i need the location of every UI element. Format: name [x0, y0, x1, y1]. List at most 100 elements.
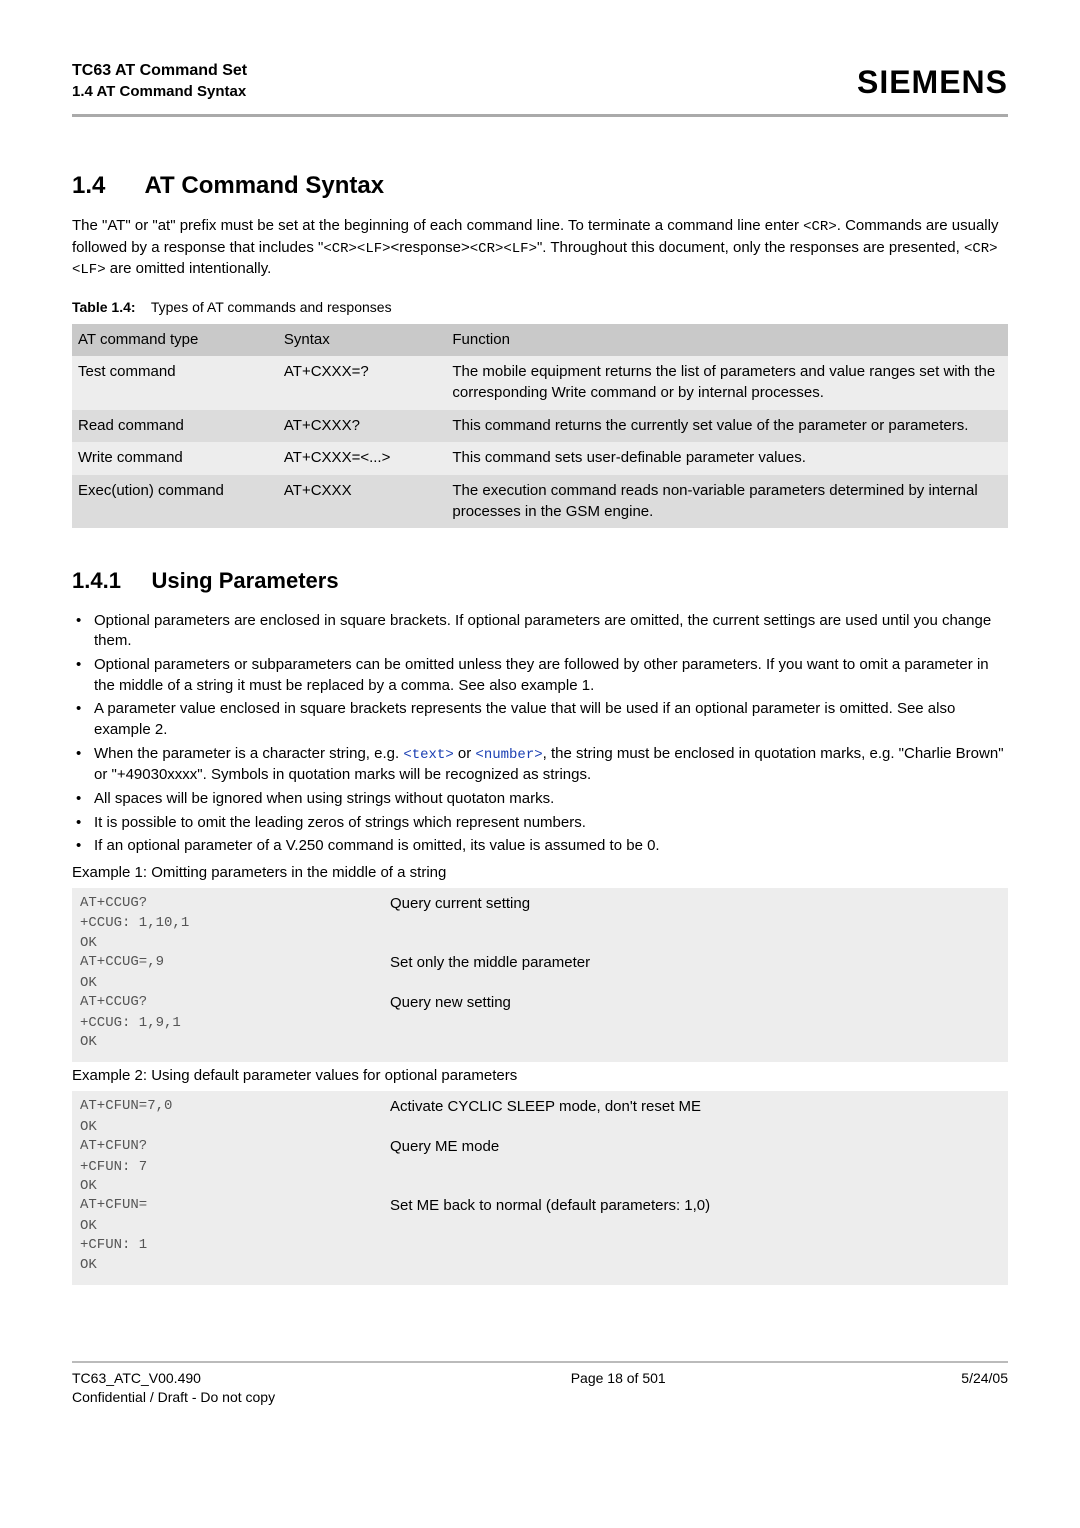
section-num: 1.4 — [72, 172, 105, 199]
comment-text: Activate CYCLIC SLEEP mode, don't reset … — [390, 1097, 1000, 1118]
terminal-text: OK — [80, 1256, 390, 1275]
th-type: AT command type — [72, 324, 278, 357]
number-link[interactable]: <number> — [475, 747, 542, 763]
comment-text — [390, 1217, 1000, 1236]
example-row: AT+CCUG?Query current setting — [80, 894, 1000, 915]
comment-text: Query new setting — [390, 993, 1000, 1014]
example-row: AT+CFUN=7,0Activate CYCLIC SLEEP mode, d… — [80, 1097, 1000, 1118]
section-1-4-heading: 1.4 AT Command Syntax — [72, 169, 1008, 202]
example-row: AT+CCUG=,9Set only the middle parameter — [80, 953, 1000, 974]
bullet-text: or — [454, 745, 476, 762]
doc-title: TC63 AT Command Set — [72, 60, 247, 82]
footer-page: Page 18 of 501 — [571, 1369, 666, 1408]
terminal-text: AT+CFUN? — [80, 1137, 390, 1158]
terminal-text: OK — [80, 1217, 390, 1236]
terminal-text: OK — [80, 1033, 390, 1052]
table-row: Test command AT+CXXX=? The mobile equipm… — [72, 356, 1008, 409]
cell-type: Read command — [72, 410, 278, 443]
list-item: If an optional parameter of a V.250 comm… — [72, 836, 1008, 857]
terminal-text: OK — [80, 1177, 390, 1196]
page-header: TC63 AT Command Set 1.4 AT Command Synta… — [72, 60, 1008, 104]
comment-text — [390, 1177, 1000, 1196]
example-2-block: AT+CFUN=7,0Activate CYCLIC SLEEP mode, d… — [72, 1091, 1008, 1285]
text-link[interactable]: <text> — [403, 747, 453, 763]
cell-syntax: AT+CXXX=? — [278, 356, 446, 409]
terminal-text: OK — [80, 1118, 390, 1137]
cell-func: The execution command reads non-variable… — [446, 475, 1008, 528]
terminal-text: +CCUG: 1,9,1 — [80, 1014, 390, 1033]
cell-type: Write command — [72, 442, 278, 475]
terminal-text: AT+CFUN=7,0 — [80, 1097, 390, 1118]
terminal-text: AT+CCUG=,9 — [80, 953, 390, 974]
page-footer: TC63_ATC_V00.490 Confidential / Draft - … — [72, 1361, 1008, 1408]
example-row: AT+CFUN=Set ME back to normal (default p… — [80, 1196, 1000, 1217]
cell-func: The mobile equipment returns the list of… — [446, 356, 1008, 409]
table-row: Read command AT+CXXX? This command retur… — [72, 410, 1008, 443]
list-item: All spaces will be ignored when using st… — [72, 789, 1008, 810]
list-item: It is possible to omit the leading zeros… — [72, 813, 1008, 834]
example-row: OK — [80, 1256, 1000, 1275]
cell-type: Exec(ution) command — [72, 475, 278, 528]
header-rule — [72, 114, 1008, 117]
example-row: +CFUN: 1 — [80, 1236, 1000, 1255]
footer-docid: TC63_ATC_V00.490 — [72, 1369, 275, 1388]
comment-text — [390, 1236, 1000, 1255]
terminal-text: AT+CCUG? — [80, 993, 390, 1014]
terminal-text: +CFUN: 7 — [80, 1158, 390, 1177]
terminal-text: +CCUG: 1,10,1 — [80, 914, 390, 933]
example-row: OK — [80, 1217, 1000, 1236]
example-row: +CCUG: 1,9,1 — [80, 1014, 1000, 1033]
siemens-logo: SIEMENS — [857, 60, 1008, 104]
comment-text: Set ME back to normal (default parameter… — [390, 1196, 1000, 1217]
example-row: +CCUG: 1,10,1 — [80, 914, 1000, 933]
example-row: +CFUN: 7 — [80, 1158, 1000, 1177]
example-row: OK — [80, 1033, 1000, 1052]
comment-text — [390, 1014, 1000, 1033]
table-caption-text: Types of AT commands and responses — [151, 299, 392, 315]
example-row: OK — [80, 1177, 1000, 1196]
table-header-row: AT command type Syntax Function — [72, 324, 1008, 357]
cell-syntax: AT+CXXX? — [278, 410, 446, 443]
response-literal: <response> — [391, 239, 470, 256]
comment-text — [390, 974, 1000, 993]
at-command-types-table: AT command type Syntax Function Test com… — [72, 324, 1008, 529]
intro-text-3: ". Throughout this document, only the re… — [537, 239, 964, 256]
comment-text — [390, 934, 1000, 953]
th-syntax: Syntax — [278, 324, 446, 357]
example-row: OK — [80, 934, 1000, 953]
comment-text — [390, 1118, 1000, 1137]
example-row: OK — [80, 974, 1000, 993]
bullet-list: Optional parameters are enclosed in squa… — [72, 611, 1008, 857]
footer-date: 5/24/05 — [961, 1369, 1008, 1408]
comment-text — [390, 914, 1000, 933]
comment-text — [390, 1256, 1000, 1275]
cell-syntax: AT+CXXX=<...> — [278, 442, 446, 475]
cell-syntax: AT+CXXX — [278, 475, 446, 528]
comment-text: Set only the middle parameter — [390, 953, 1000, 974]
table-caption: Table 1.4: Types of AT commands and resp… — [72, 298, 1008, 317]
cell-func: This command returns the currently set v… — [446, 410, 1008, 443]
header-left: TC63 AT Command Set 1.4 AT Command Synta… — [72, 60, 247, 103]
table-row: Exec(ution) command AT+CXXX The executio… — [72, 475, 1008, 528]
footer-rule — [72, 1361, 1008, 1363]
cr-literal: <CR> — [803, 219, 837, 235]
comment-text: Query ME mode — [390, 1137, 1000, 1158]
section-title: Using Parameters — [152, 568, 339, 593]
footer-left: TC63_ATC_V00.490 Confidential / Draft - … — [72, 1369, 275, 1408]
example-row: OK — [80, 1118, 1000, 1137]
intro-text-1: The "AT" or "at" prefix must be set at t… — [72, 217, 803, 234]
footer-confidential: Confidential / Draft - Do not copy — [72, 1388, 275, 1407]
intro-text-4: are omitted intentionally. — [106, 260, 272, 277]
cell-type: Test command — [72, 356, 278, 409]
example-1-block: AT+CCUG?Query current setting +CCUG: 1,1… — [72, 888, 1008, 1063]
terminal-text: OK — [80, 974, 390, 993]
doc-subtitle: 1.4 AT Command Syntax — [72, 82, 247, 103]
comment-text: Query current setting — [390, 894, 1000, 915]
example-row: AT+CCUG?Query new setting — [80, 993, 1000, 1014]
th-function: Function — [446, 324, 1008, 357]
example-2-caption: Example 2: Using default parameter value… — [72, 1066, 1008, 1087]
comment-text — [390, 1033, 1000, 1052]
crlf-literal-2: <CR><LF> — [470, 241, 537, 257]
section-1-4-1-heading: 1.4.1 Using Parameters — [72, 566, 1008, 596]
list-item: When the parameter is a character string… — [72, 744, 1008, 786]
